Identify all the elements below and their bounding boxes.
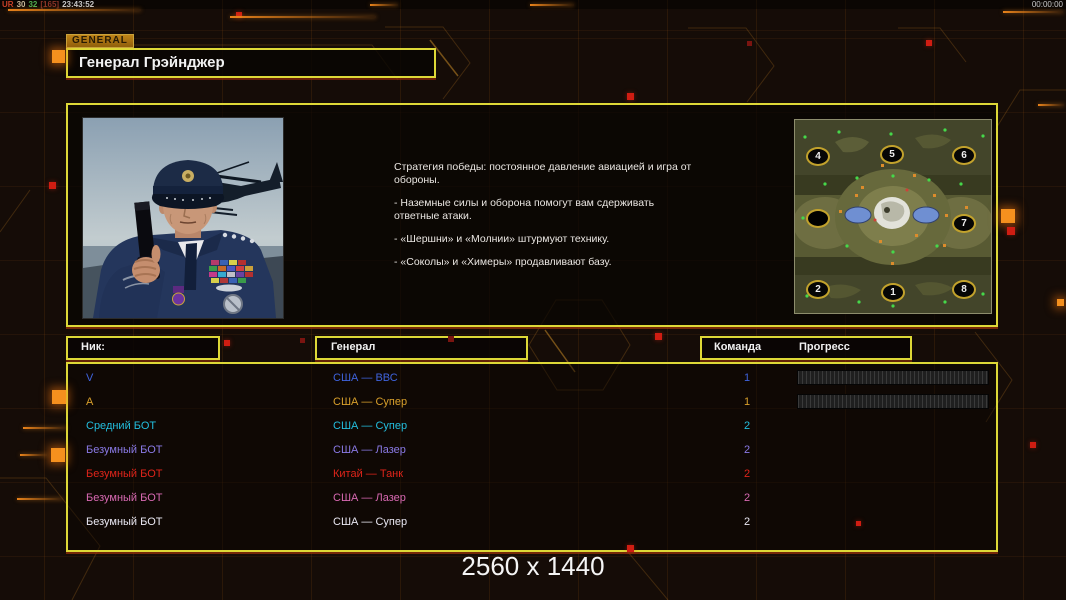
debug-readout: UR 30 32 [165] 23:43:52 (2, 1, 97, 9)
debug-part: UR (2, 0, 14, 9)
decor-line (23, 427, 67, 429)
header-nick-label: Ник: (81, 341, 105, 353)
decor-square (856, 521, 861, 526)
decor-square (627, 93, 634, 100)
player-team: 1 (743, 396, 751, 408)
player-nick: Безумный БОТ (86, 444, 163, 456)
player-table-body: V США — ВВС 1 A США — Супер 1 Средний БОТ США —… (68, 366, 996, 534)
map-start-position-taken (806, 209, 830, 228)
debug-part: [165] (40, 0, 60, 9)
player-team: 2 (743, 444, 751, 456)
player-row: A США — Супер 1 (68, 390, 996, 414)
header-general: Генерал (315, 336, 528, 360)
player-general: США — Супер (333, 396, 408, 408)
decor-square (1030, 442, 1036, 448)
decor-line (370, 4, 398, 6)
briefing-paragraph: - «Шершни» и «Молнии» штурмуют технику. (394, 233, 610, 245)
briefing-text: Стратегия победы: постоянное давление ав… (394, 161, 702, 279)
decor-square (49, 182, 56, 189)
general-title-box: Генерал Грэйнджер (66, 48, 436, 78)
decor-square (52, 390, 66, 404)
decor-line (20, 454, 47, 456)
header-progress-label: Прогресс (799, 341, 850, 353)
loading-screen: UR 30 32 [165] 23:43:52 00:00:00 GENERAL Ген… (0, 0, 1066, 600)
decor-square (1057, 299, 1064, 306)
progress-bar (797, 394, 989, 409)
decor-line (1003, 11, 1063, 13)
header-team-label: Команда (714, 341, 762, 353)
minimap: 4 5 6 7 2 1 8 (793, 119, 993, 314)
player-nick: Безумный БОТ (86, 516, 163, 528)
decor-square (448, 336, 454, 342)
debug-part: 23:43:52 (62, 0, 95, 9)
header-team-progress: Команда Прогресс (700, 336, 912, 360)
player-row: Средний БОТ США — Супер 2 (68, 414, 996, 438)
player-row: Безумный БОТ Китай — Танк 2 (68, 462, 996, 486)
player-general: США — Лазер (333, 444, 406, 456)
match-timer: 00:00:00 (1031, 0, 1063, 9)
decor-square (1001, 209, 1015, 223)
player-row: Безумный БОТ США — Лазер 2 (68, 486, 996, 510)
decor-square (655, 333, 662, 340)
decor-line (17, 498, 63, 500)
player-general: США — ВВС (333, 372, 398, 384)
player-row: Безумный БОТ США — Лазер 2 (68, 438, 996, 462)
player-general: США — Лазер (333, 492, 406, 504)
decor-square (747, 41, 752, 46)
map-start-position-7: 7 (952, 214, 976, 233)
briefing-panel: Стратегия победы: постоянное давление ав… (66, 103, 998, 327)
player-nick: Безумный БОТ (86, 492, 163, 504)
header-general-label: Генерал (331, 341, 376, 353)
briefing-paragraph: Стратегия победы: постоянное давление ав… (394, 161, 692, 186)
general-name: Генерал Грэйнджер (79, 54, 225, 71)
map-start-position-2: 2 (806, 280, 830, 299)
general-tab-label: GENERAL (66, 34, 134, 48)
decor-line (530, 4, 574, 6)
briefing-paragraph: - «Соколы» и «Химеры» продавливают базу. (394, 256, 612, 268)
map-start-position-6: 6 (952, 146, 976, 165)
player-team: 1 (743, 372, 751, 384)
debug-part: 32 (28, 0, 38, 9)
decor-square (51, 448, 65, 462)
map-start-position-4: 4 (806, 147, 830, 166)
map-start-position-1: 1 (881, 283, 905, 302)
player-team: 2 (743, 420, 751, 432)
player-nick: Средний БОТ (86, 420, 157, 432)
decor-square (1007, 227, 1015, 235)
decor-square (52, 50, 65, 63)
player-team: 2 (743, 516, 751, 528)
decor-square (926, 40, 932, 46)
player-nick: Безумный БОТ (86, 468, 163, 480)
player-general: США — Супер (333, 516, 408, 528)
decor-square (627, 545, 634, 552)
briefing-paragraph: - Наземные силы и оборона помогут вам сд… (394, 197, 655, 222)
player-general: Китай — Танк (333, 468, 404, 480)
decor-line (230, 16, 376, 18)
progress-bar (797, 370, 989, 385)
player-row: V США — ВВС 1 (68, 366, 996, 390)
player-nick: A (86, 396, 94, 408)
map-start-position-5: 5 (880, 145, 904, 164)
decor-line (1038, 104, 1064, 106)
player-nick: V (86, 372, 94, 384)
debug-part: 30 (16, 0, 26, 9)
player-general: США — Супер (333, 420, 408, 432)
decor-line (8, 9, 141, 11)
decor-square (224, 340, 230, 346)
general-portrait (82, 117, 284, 319)
map-start-position-8: 8 (952, 280, 976, 299)
player-team: 2 (743, 468, 751, 480)
resolution-label: 2560 x 1440 (461, 551, 605, 581)
player-team: 2 (743, 492, 751, 504)
header-nick: Ник: (66, 336, 220, 360)
decor-square (300, 338, 305, 343)
